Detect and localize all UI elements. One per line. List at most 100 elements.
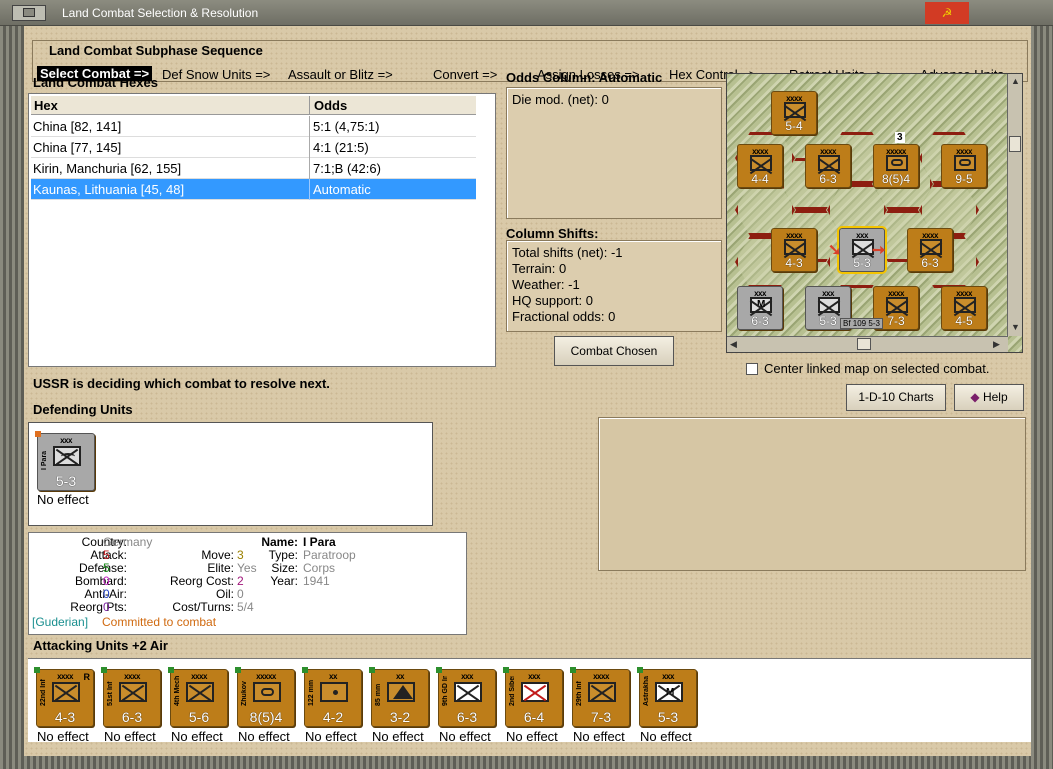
attack-value: 5 [103, 548, 110, 562]
infantry-icon [954, 297, 976, 313]
attacking-unit-counter[interactable]: xxxxx Zhukov 8(5)4 [235, 667, 295, 727]
left-frame [0, 26, 24, 769]
size-value: Corps [303, 561, 336, 575]
defending-unit-counter[interactable]: xxx I Para 5-3 [35, 431, 95, 491]
unit-result: No effect [104, 729, 156, 744]
bombard-label: Bombard: [74, 574, 127, 588]
hex-cell: Kaunas, Lithuania [45, 48] [33, 182, 185, 197]
column-shifts-title: Column Shifts: [506, 226, 599, 241]
bottom-frame [24, 756, 1031, 769]
map-counter[interactable]: xxxx 6-3 [907, 228, 953, 272]
odds-cell: 7:1;B (42:6) [313, 161, 381, 176]
reorg-pts-value: 0 [103, 600, 110, 614]
attacking-unit-counter[interactable]: xxxx 29th Inf 7-3 [570, 667, 630, 727]
fractional-odds-shift: Fractional odds: 0 [512, 309, 616, 324]
combat-chosen-button[interactable]: Combat Chosen [554, 336, 674, 366]
column-header-odds[interactable]: Odds [314, 98, 347, 113]
attacking-unit-counter[interactable]: xxx 2nd Siberian 6-4 [503, 667, 563, 727]
table-row[interactable]: China [82, 141] 5:1 (4,75:1) [31, 116, 476, 137]
unit-strength: 8(5)4 [249, 709, 283, 725]
attacking-unit-counter[interactable]: xx 122 mm 4-2 [302, 667, 362, 727]
infantry-icon [454, 682, 482, 702]
attacking-unit-counter[interactable]: xxxx 51st Inf 6-3 [101, 667, 161, 727]
map-counter[interactable]: xxxx 5-4 [771, 91, 817, 135]
unit-strength: 6-3 [456, 709, 478, 725]
scroll-up-icon[interactable]: ▲ [1011, 76, 1020, 86]
system-menu-button[interactable] [12, 5, 46, 21]
year-label: Year: [270, 574, 298, 588]
window-icon [23, 8, 35, 17]
minimap-horizontal-thumb[interactable] [857, 338, 871, 350]
die-mod: Die mod. (net): 0 [512, 92, 609, 107]
unit-strength: 9-5 [955, 172, 973, 186]
unit-strength: 5-6 [188, 709, 210, 725]
unit-strength: 4-3 [54, 709, 76, 725]
unit-name: 85 mm [375, 683, 382, 706]
map-counter[interactable]: xxxxx 8(5)4 [873, 144, 919, 188]
table-row-selected[interactable]: Kaunas, Lithuania [45, 48] Automatic [31, 179, 476, 200]
size-label: Size: [271, 561, 298, 575]
map-counter[interactable]: xxxx 6-3 [805, 144, 851, 188]
scroll-down-icon[interactable]: ▼ [1011, 322, 1020, 332]
infantry-icon [886, 297, 908, 313]
armor-icon [253, 682, 281, 702]
attacking-unit-counter[interactable]: xxxx R 22nd Inf 4-3 [34, 667, 94, 727]
close-button[interactable]: ☭ [925, 2, 969, 24]
elite-label: Elite: [207, 561, 234, 575]
scroll-left-icon[interactable]: ◀ [730, 339, 737, 350]
minimap-vertical-thumb[interactable] [1009, 136, 1021, 152]
combat-results-area [598, 417, 1026, 571]
minimap-vertical-scrollbar[interactable]: ▲ ▼ [1007, 74, 1022, 336]
attacking-unit-counter[interactable]: xxx Astrakhan M 5-3 [637, 667, 697, 727]
unit-strength: 4-4 [751, 172, 769, 186]
unit-strength: 6-3 [751, 314, 769, 328]
name-value: I Para [303, 535, 336, 549]
unit-result: No effect [640, 729, 692, 744]
land-combat-hexes-title: Land Combat Hexes [33, 75, 158, 90]
paratroop-icon [852, 239, 874, 255]
land-combat-hexes-table: Hex Odds China [82, 141] 5:1 (4,75:1) Ch… [28, 93, 496, 367]
unit-result: No effect [171, 729, 223, 744]
unit-name: 51st Inf [107, 681, 114, 706]
column-header-hex[interactable]: Hex [34, 98, 58, 113]
armor-icon [886, 155, 908, 171]
attacking-unit-counter[interactable]: xxxx 4th Mech 5-6 [168, 667, 228, 727]
step-def-snow-units: Def Snow Units => [162, 67, 271, 82]
unit-strength: 6-3 [819, 172, 837, 186]
linked-minimap[interactable]: xxxx 5-4 xxxx 4-4 xxxx 6-3 xxxxx 8(5)4 x… [726, 73, 1023, 353]
stack-count: 3 [895, 132, 905, 143]
infantry-icon [920, 239, 942, 255]
minimap-horizontal-scrollbar[interactable]: ◀ ▶ [727, 336, 1008, 352]
attacking-unit-counter[interactable]: xxx 9th GD Inf 6-3 [436, 667, 496, 727]
map-counter[interactable]: xxxx 4-4 [737, 144, 783, 188]
unit-strength: 6-3 [921, 256, 939, 270]
center-map-checkbox[interactable] [746, 363, 758, 375]
infantry-icon [52, 682, 80, 702]
unit-strength: 5-4 [785, 119, 803, 133]
total-shifts: Total shifts (net): -1 [512, 245, 623, 260]
unit-result: No effect [37, 729, 89, 744]
mountain-icon: M [655, 682, 683, 702]
attacking-unit-counter[interactable]: xx 85 mm 3-2 [369, 667, 429, 727]
unit-result: No effect [372, 729, 424, 744]
map-counter[interactable]: xxxx 4-3 [771, 228, 817, 272]
name-label: Name: [261, 535, 298, 549]
map-counter[interactable]: xxxx 9-5 [941, 144, 987, 188]
column-shifts-box: Total shifts (net): -1 Terrain: 0 Weathe… [506, 240, 722, 332]
infantry-icon [784, 102, 806, 118]
hex-cell: China [82, 141] [33, 119, 122, 134]
table-row[interactable]: Kirin, Manchuria [62, 155] 7:1;B (42:6) [31, 158, 476, 179]
air-unit-counter[interactable]: Bf 109 5-3 [840, 318, 883, 329]
map-counter[interactable]: xxx M 6-3 [737, 286, 783, 330]
charts-button[interactable]: 1-D-10 Charts [846, 384, 946, 411]
bombard-value: 0 [103, 574, 110, 588]
unit-info-panel: Country: Germany Attack: 5 Defense: 5 Bo… [28, 532, 467, 635]
infantry-icon [818, 297, 840, 313]
infantry-icon [818, 155, 840, 171]
unit-result: No effect [305, 729, 357, 744]
help-button[interactable]: ◆ Help [954, 384, 1024, 411]
scroll-right-icon[interactable]: ▶ [993, 339, 1000, 350]
table-row[interactable]: China [77, 145] 4:1 (21:5) [31, 137, 476, 158]
map-counter[interactable]: xxxx 4-5 [941, 286, 987, 330]
combat-arrow-icon: ➘ [828, 242, 842, 259]
